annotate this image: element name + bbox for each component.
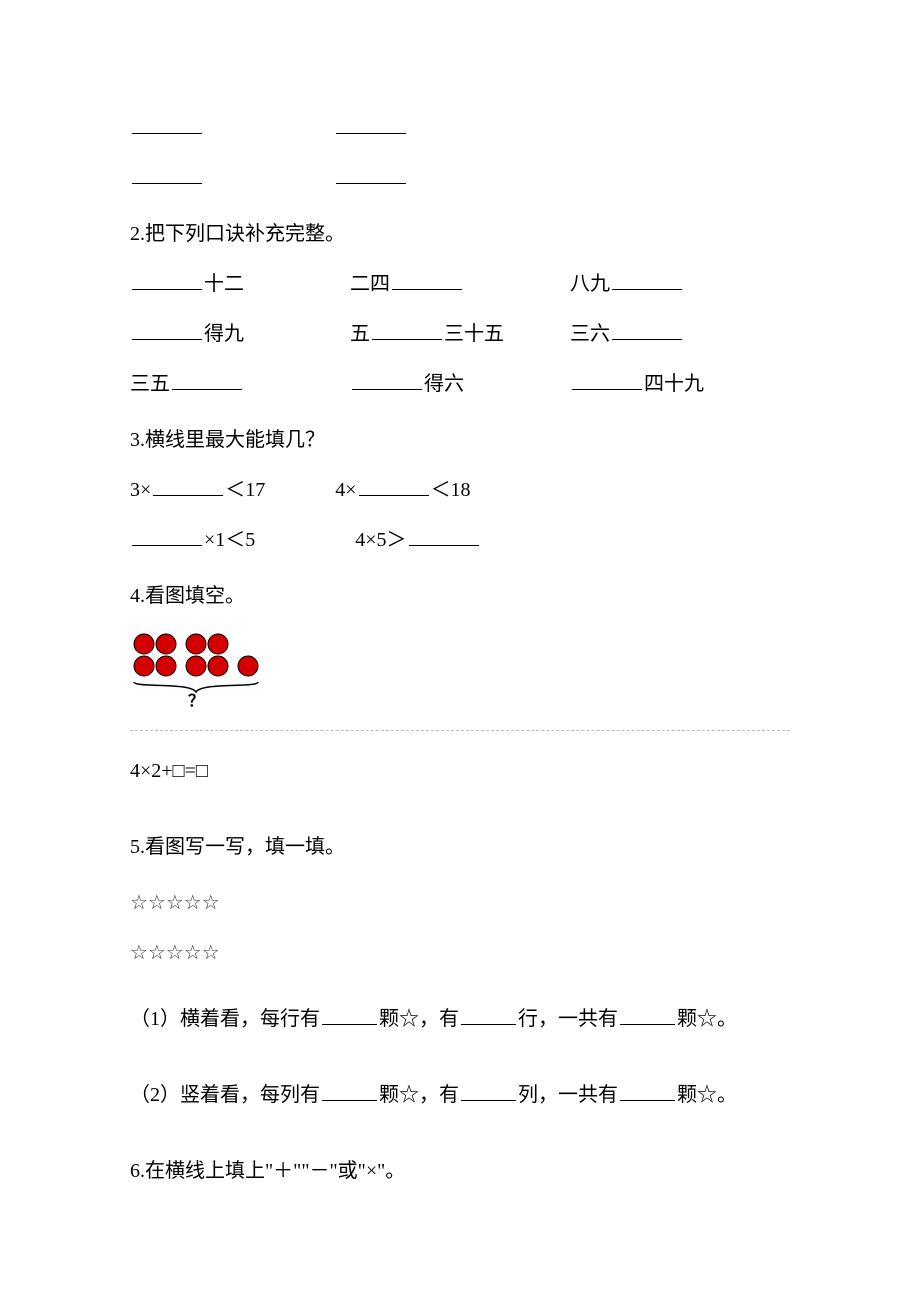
blank[interactable] <box>372 320 442 340</box>
text: 颗☆，有 <box>379 1008 459 1030</box>
text: 行，一共有 <box>518 1008 618 1030</box>
q2-row-1: 十二 二四 八九 <box>130 266 790 302</box>
text: 二四 <box>350 273 390 295</box>
q6-title: 6.在横线上填上"＋""－"或"×"。 <box>130 1153 790 1189</box>
blank[interactable] <box>461 1081 516 1101</box>
blank[interactable] <box>359 476 429 496</box>
text: 颗☆。 <box>677 1008 737 1030</box>
blank[interactable] <box>620 1005 675 1025</box>
q3-title: 3.横线里最大能填几？ <box>130 422 790 458</box>
blank[interactable] <box>172 370 242 390</box>
text: （2）竖着看，每列有 <box>130 1084 320 1106</box>
q5-part-2: （2）竖着看，每列有 颗☆，有 列，一共有 颗☆。 <box>130 1077 790 1113</box>
text: 五 <box>350 323 370 345</box>
q2-title: 2.把下列口诀补充完整。 <box>130 216 790 252</box>
q3-row-2: ×1＜5 4×5＞ <box>130 522 790 558</box>
text: ＜17 <box>225 479 265 501</box>
text: 列，一共有 <box>518 1084 618 1106</box>
q5-title: 5.看图写一写，填一填。 <box>130 829 790 865</box>
text: 三六 <box>570 323 610 345</box>
text: 得六 <box>424 373 464 395</box>
blank[interactable] <box>322 1081 377 1101</box>
text: ×1＜5 <box>204 529 255 551</box>
blank[interactable] <box>392 270 462 290</box>
blank[interactable] <box>322 1005 377 1025</box>
svg-text:？: ？ <box>188 693 204 708</box>
blank[interactable] <box>572 370 642 390</box>
q3-row-1: 3× ＜17 4× ＜18 <box>130 472 790 508</box>
text: 颗☆，有 <box>379 1084 459 1106</box>
q5-part-1: （1）横着看，每行有 颗☆，有 行，一共有 颗☆。 <box>130 1001 790 1037</box>
q2-row-2: 得九 五 三十五 三六 <box>130 316 790 352</box>
blank[interactable] <box>612 270 682 290</box>
text: （1）横着看，每行有 <box>130 1008 320 1030</box>
blank[interactable] <box>132 320 202 340</box>
blank[interactable] <box>409 526 479 546</box>
text: ＜18 <box>431 479 471 501</box>
text: 八九 <box>570 273 610 295</box>
q2-row-3: 三五 得六 四十九 <box>130 366 790 402</box>
blank[interactable] <box>132 526 202 546</box>
top-blank-row-2 <box>130 160 790 196</box>
text: 十二 <box>204 273 244 295</box>
text: 4× <box>335 479 356 501</box>
top-blank-row-1 <box>130 110 790 146</box>
dots-figure: ？ <box>130 630 790 708</box>
text: 得九 <box>204 323 244 345</box>
blank[interactable] <box>336 114 406 134</box>
blank[interactable] <box>132 270 202 290</box>
divider <box>130 730 790 731</box>
q4-title: 4.看图填空。 <box>130 578 790 614</box>
text: 三十五 <box>444 323 504 345</box>
blank[interactable] <box>153 476 223 496</box>
text: 四十九 <box>644 373 704 395</box>
blank[interactable] <box>132 164 202 184</box>
text: 4×5＞ <box>355 529 406 551</box>
blank[interactable] <box>336 164 406 184</box>
stars-row-2: ☆☆☆☆☆ <box>130 935 790 971</box>
stars-row-1: ☆☆☆☆☆ <box>130 885 790 921</box>
q4-equation: 4×2+□=□ <box>130 753 790 789</box>
blank[interactable] <box>132 114 202 134</box>
text: 颗☆。 <box>677 1084 737 1106</box>
blank[interactable] <box>612 320 682 340</box>
blank[interactable] <box>620 1081 675 1101</box>
blank[interactable] <box>352 370 422 390</box>
text: 3× <box>130 479 151 501</box>
text: 三五 <box>130 373 170 395</box>
blank[interactable] <box>461 1005 516 1025</box>
